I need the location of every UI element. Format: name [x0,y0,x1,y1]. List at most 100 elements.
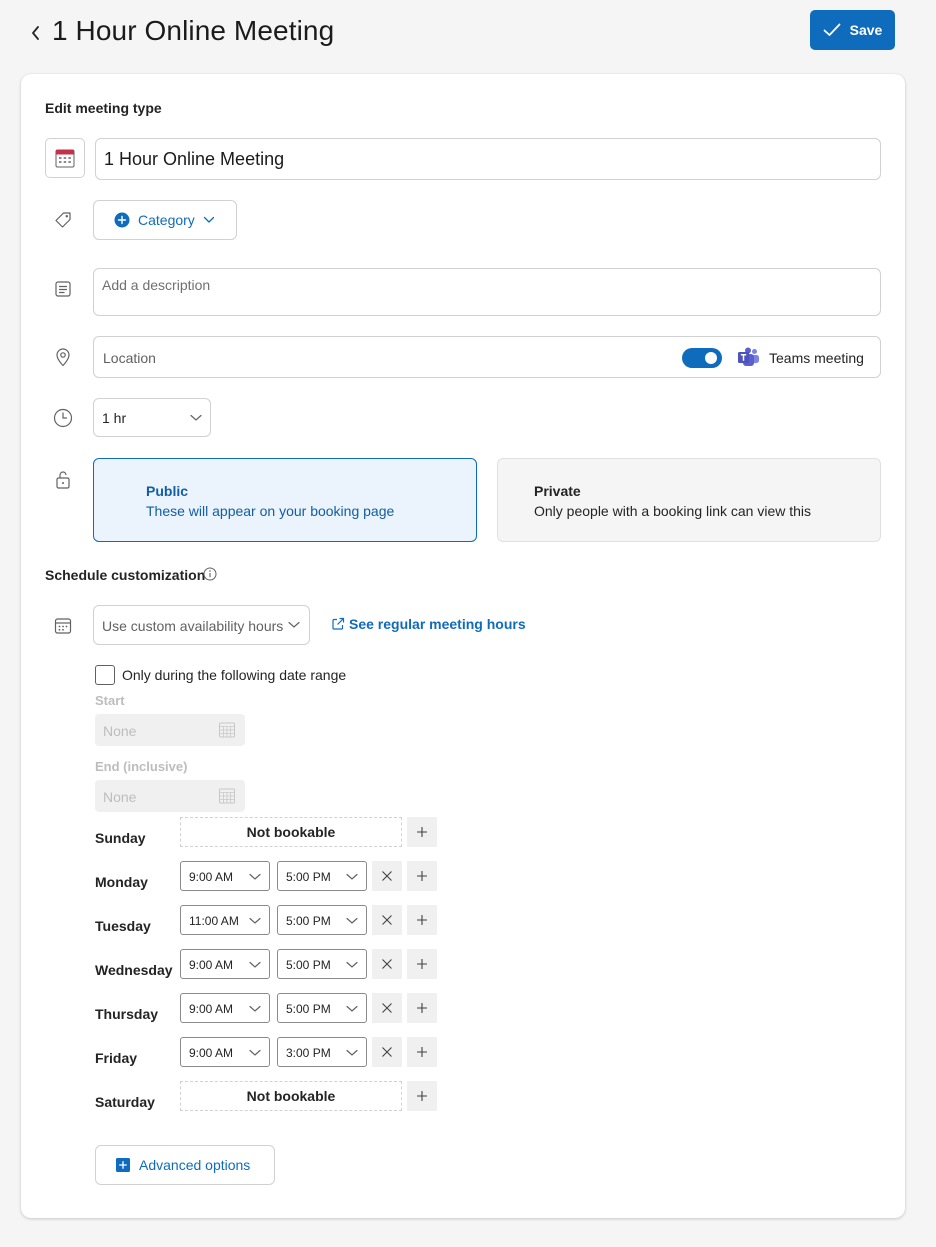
friday-end-select[interactable]: 3:00 PM [277,1037,367,1067]
thursday-remove-button[interactable] [372,993,402,1023]
location-pin-icon [52,346,74,368]
calendar-grid-icon [52,615,74,637]
end-date-value: None [103,789,137,805]
private-title: Private [534,483,581,499]
chevron-down-icon [249,917,261,924]
wednesday-add-button[interactable] [407,949,437,979]
thursday-start-select[interactable]: 9:00 AM [180,993,270,1023]
back-button[interactable] [26,20,46,46]
checkmark-icon [823,23,841,36]
monday-remove-button[interactable] [372,861,402,891]
public-title: Public [146,483,189,499]
end-date-input: None [95,780,245,812]
save-button-label: Save [849,22,883,38]
friday-end-value: 3:00 PM [286,1046,331,1060]
location-placeholder: Location [103,350,156,366]
see-regular-hours-link[interactable]: See regular meeting hours [331,616,526,632]
day-label-saturday: Saturday [95,1094,155,1110]
description-input[interactable]: Add a description [93,268,881,316]
add-circle-icon [114,212,130,228]
advanced-options-button[interactable]: Advanced options [95,1145,275,1185]
friday-remove-button[interactable] [372,1037,402,1067]
date-range-label: Only during the following date range [122,667,347,683]
category-button[interactable]: Category [93,200,237,240]
tuesday-remove-button[interactable] [372,905,402,935]
add-icon [417,827,427,837]
thursday-add-button[interactable] [407,993,437,1023]
monday-start-value: 9:00 AM [189,870,234,884]
date-range-checkbox[interactable] [95,665,115,685]
wednesday-remove-button[interactable] [372,949,402,979]
chevron-down-icon [249,873,261,880]
wednesday-end-select[interactable]: 5:00 PM [277,949,367,979]
monday-end-value: 5:00 PM [286,870,331,884]
chevron-left-icon [32,26,39,40]
wednesday-end-value: 5:00 PM [286,958,331,972]
thursday-end-select[interactable]: 5:00 PM [277,993,367,1023]
meeting-icon-picker[interactable] [45,138,85,178]
day-label-thursday: Thursday [95,1006,159,1022]
teams-meeting-toggle[interactable] [682,348,722,368]
day-label-monday: Monday [95,874,148,890]
add-icon [417,1091,427,1101]
advanced-options-label: Advanced options [139,1157,251,1173]
open-external-icon [332,617,345,630]
tuesday-end-select[interactable]: 5:00 PM [277,905,367,935]
edit-section-title: Edit meeting type [45,100,162,116]
day-label-tuesday: Tuesday [95,918,151,934]
meeting-name-input[interactable]: 1 Hour Online Meeting [95,138,881,180]
sunday-add-button[interactable] [407,817,437,847]
availability-select[interactable]: Use custom availability hours [93,605,310,645]
add-icon [417,1047,427,1057]
add-icon [417,871,427,881]
day-label-wednesday: Wednesday [95,962,173,978]
duration-select[interactable]: 1 hr [93,398,211,437]
monday-start-select[interactable]: 9:00 AM [180,861,270,891]
tag-icon [52,209,74,231]
start-label: Start [95,693,125,708]
toggle-knob [705,352,717,364]
chevron-down-icon [249,1005,261,1012]
friday-start-value: 9:00 AM [189,1046,234,1060]
chevron-down-icon [346,917,358,924]
save-button[interactable]: Save [810,10,895,50]
wednesday-start-value: 9:00 AM [189,958,234,972]
close-icon [382,915,392,925]
add-icon [417,1003,427,1013]
chevron-down-icon [288,621,300,628]
monday-add-button[interactable] [407,861,437,891]
chevron-down-icon [249,961,261,968]
wednesday-start-select[interactable]: 9:00 AM [180,949,270,979]
day-label-friday: Friday [95,1050,138,1066]
visibility-public-option[interactable]: Public These will appear on your booking… [93,458,477,542]
visibility-private-option[interactable]: Private Only people with a booking link … [497,458,881,542]
add-icon [417,959,427,969]
category-label: Category [138,212,195,228]
saturday-add-button[interactable] [407,1081,437,1111]
availability-value: Use custom availability hours [102,618,284,634]
page-title: 1 Hour Online Meeting [52,15,335,46]
chevron-down-icon [346,1049,358,1056]
teams-meeting-label: Teams meeting [769,350,864,366]
meeting-type-card: Edit meeting type 1 Hour Online Meeting … [21,74,905,1218]
friday-add-button[interactable] [407,1037,437,1067]
add-square-icon [116,1158,130,1172]
chevron-down-icon [249,1049,261,1056]
see-hours-label: See regular meeting hours [349,616,526,632]
monday-end-select[interactable]: 5:00 PM [277,861,367,891]
friday-start-select[interactable]: 9:00 AM [180,1037,270,1067]
location-input[interactable]: Location Teams meeting [93,336,881,378]
chevron-down-icon [346,1005,358,1012]
info-icon[interactable] [203,567,217,581]
tuesday-add-button[interactable] [407,905,437,935]
add-icon [417,915,427,925]
close-icon [382,959,392,969]
close-icon [382,1003,392,1013]
chevron-down-icon [346,961,358,968]
saturday-not-bookable: Not bookable [180,1081,402,1111]
unlock-icon [52,469,74,491]
description-icon [52,278,74,300]
tuesday-start-select[interactable]: 11:00 AM [180,905,270,935]
duration-value: 1 hr [102,410,127,426]
calendar-icon [219,788,235,804]
